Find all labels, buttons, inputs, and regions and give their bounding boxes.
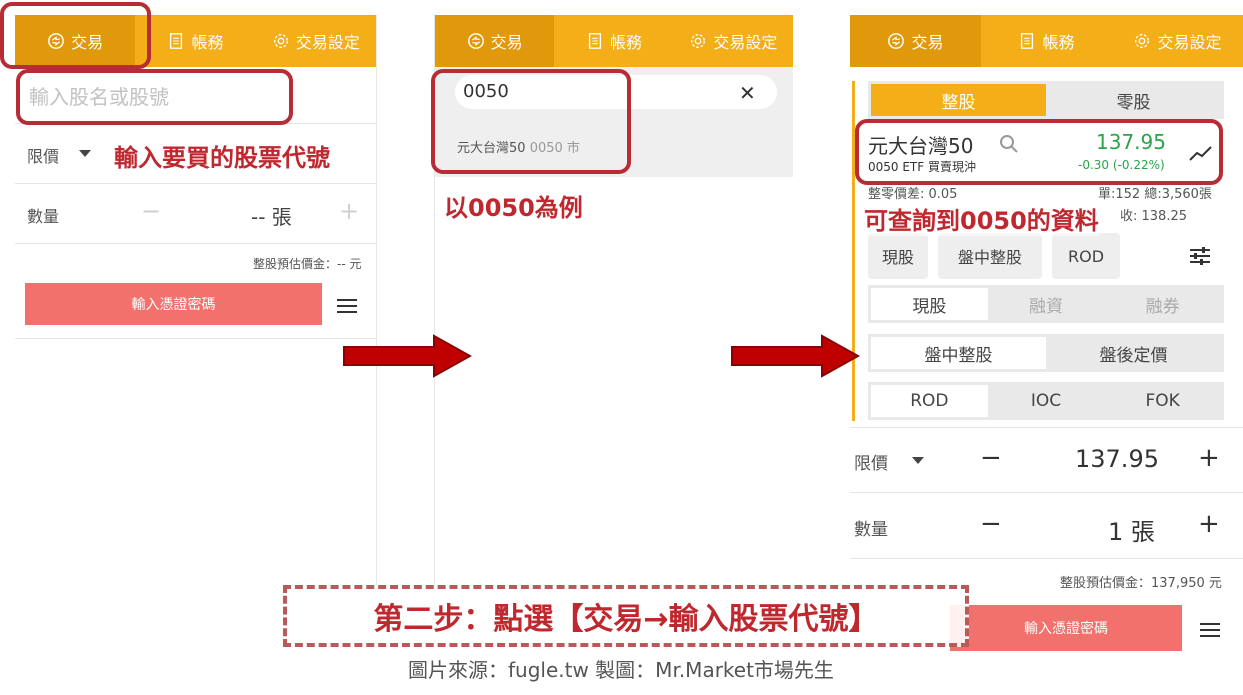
password-button[interactable]: 輸入憑證密碼	[25, 283, 322, 325]
tab-settings[interactable]: 交易設定	[1112, 15, 1243, 67]
highlight-search-input	[16, 69, 293, 125]
volume-info: 單:152 總:3,560張	[1098, 187, 1212, 202]
intraday-option[interactable]: 盤中整股	[871, 337, 1046, 369]
quantity-minus-button[interactable]: −	[980, 509, 1002, 539]
menu-icon[interactable]	[337, 299, 357, 313]
session-toggle: 盤中整股 盤後定價	[868, 334, 1224, 372]
pill-cash[interactable]: 現股	[868, 233, 928, 279]
document-icon	[588, 33, 602, 49]
quantity-label: 數量	[854, 520, 888, 540]
odd-lot-option[interactable]: 零股	[1046, 84, 1221, 116]
divider	[850, 492, 1243, 493]
highlight-search-result	[431, 69, 631, 174]
gear-icon	[1135, 34, 1150, 48]
tab-account-label: 帳務	[609, 33, 642, 52]
tab-settings-label: 交易設定	[1157, 33, 1222, 52]
time-in-force-toggle: ROD IOC FOK	[868, 382, 1224, 420]
lot-type-toggle: 整股 零股	[868, 81, 1224, 119]
exchange-icon	[467, 33, 484, 49]
annotation-step2: 以0050為例	[444, 194, 583, 222]
highlight-stock-info	[855, 119, 1223, 185]
tab-settings-label: 交易設定	[713, 33, 778, 52]
annotation-step1: 輸入要買的股票代號	[114, 144, 330, 172]
top-nav: 交易 帳務 交易設定	[850, 15, 1243, 67]
image-credit: 圖片來源：fugle.tw 製圖：Mr.Market市場先生	[408, 658, 834, 682]
short-option[interactable]: 融券	[1104, 288, 1221, 320]
caret-down-icon[interactable]	[912, 457, 924, 464]
caret-down-icon[interactable]	[79, 150, 91, 157]
cash-option[interactable]: 現股	[871, 288, 988, 320]
price-type-label[interactable]: 限價	[854, 449, 888, 474]
divider	[15, 243, 376, 244]
price-type-label[interactable]: 限價	[27, 143, 59, 167]
sliders-icon[interactable]	[1188, 245, 1212, 267]
tab-account[interactable]: 帳務	[135, 15, 255, 67]
document-icon	[1021, 33, 1034, 49]
price-minus-button[interactable]: −	[980, 443, 1002, 473]
password-button[interactable]: 輸入憑證密碼	[950, 605, 1182, 651]
highlight-trade-tab	[0, 2, 151, 69]
tab-account[interactable]: 帳務	[554, 15, 673, 67]
quantity-value[interactable]: 1 張	[1108, 512, 1155, 547]
tab-trade[interactable]: 交易	[850, 15, 981, 67]
spread-info: 整零價差: 0.05	[868, 187, 958, 202]
price-plus-button[interactable]: +	[1198, 443, 1220, 473]
gear-icon	[273, 34, 288, 48]
price-value[interactable]: 137.95	[1075, 445, 1159, 473]
close-price-info: 收: 138.25	[1120, 209, 1187, 224]
margin-option[interactable]: 融資	[988, 288, 1105, 320]
gear-icon	[691, 34, 706, 48]
tab-account-label: 帳務	[191, 33, 224, 52]
estimate-text: 整股預估價金：137,950 元	[1060, 576, 1222, 591]
tab-account-label: 帳務	[1042, 33, 1075, 52]
after-hours-option[interactable]: 盤後定價	[1046, 337, 1221, 369]
rod-option[interactable]: ROD	[871, 385, 988, 417]
credit-type-toggle: 現股 融資 融券	[868, 285, 1224, 323]
divider	[15, 183, 376, 184]
quantity-plus-button[interactable]: +	[1198, 509, 1220, 539]
quantity-minus-button[interactable]: −	[141, 197, 161, 225]
quantity-plus-button[interactable]: +	[339, 197, 359, 225]
arrow-right-icon	[731, 334, 860, 378]
tab-settings[interactable]: 交易設定	[674, 15, 793, 67]
tab-trade[interactable]: 交易	[435, 15, 555, 67]
estimate-text: 整股預估價金：-- 元	[253, 257, 362, 271]
quantity-label: 數量	[27, 207, 60, 226]
close-icon[interactable]: ✕	[739, 81, 756, 105]
tab-settings-label: 交易設定	[295, 33, 360, 52]
board-lot-option[interactable]: 整股	[871, 84, 1046, 116]
divider	[850, 427, 1243, 428]
tab-settings[interactable]: 交易設定	[256, 15, 376, 67]
step-title: 第二步：點選【交易→輸入股票代號】	[283, 585, 969, 647]
exchange-icon	[888, 33, 905, 49]
top-nav: 交易 帳務 交易設定	[435, 15, 793, 67]
ioc-option[interactable]: IOC	[988, 385, 1105, 417]
pill-session[interactable]: 盤中整股	[938, 233, 1042, 279]
menu-icon[interactable]	[1200, 623, 1220, 637]
annotation-step3: 可查詢到0050的資料	[864, 201, 1099, 236]
divider	[15, 338, 376, 339]
fok-option[interactable]: FOK	[1104, 385, 1221, 417]
arrow-right-icon	[343, 334, 472, 378]
document-icon	[170, 33, 183, 49]
tab-trade-label: 交易	[490, 33, 523, 52]
tab-trade-label: 交易	[911, 33, 944, 52]
divider	[850, 558, 1243, 559]
quantity-value[interactable]: -- 張	[251, 201, 292, 230]
pill-rod[interactable]: ROD	[1052, 233, 1120, 279]
tab-account[interactable]: 帳務	[981, 15, 1112, 67]
